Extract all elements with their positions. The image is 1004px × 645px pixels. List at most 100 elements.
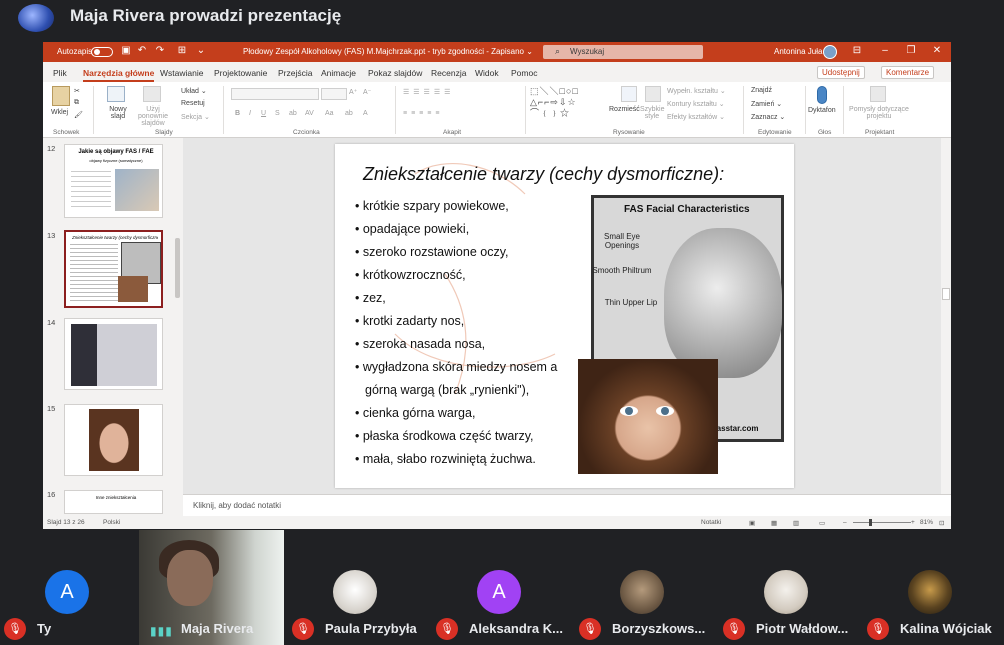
case-icon[interactable]: Aa bbox=[325, 110, 334, 117]
quick-styles-label[interactable]: Szybkie style bbox=[640, 106, 665, 120]
align-icons[interactable]: ≡≡≡≡≡ bbox=[403, 110, 443, 117]
search-box[interactable]: ⌕ Wyszukaj bbox=[543, 45, 703, 59]
tab-slideshow[interactable]: Pokaz slajdów bbox=[368, 68, 422, 78]
new-slide-label[interactable]: Nowy slajd bbox=[105, 106, 131, 120]
replace-button[interactable]: Zamień ⌄ bbox=[751, 100, 782, 108]
zoom-level[interactable]: 81% bbox=[920, 519, 933, 526]
autosave-toggle[interactable] bbox=[91, 47, 113, 57]
grow-font-icon[interactable]: A⁺ bbox=[349, 88, 357, 96]
tab-home[interactable]: Narzędzia główne bbox=[83, 68, 155, 82]
section-button[interactable]: Sekcja ⌄ bbox=[181, 113, 210, 121]
document-title: Płodowy Zespół Alkoholowy (FAS) M.Majchr… bbox=[243, 47, 533, 56]
tab-review[interactable]: Recenzja bbox=[431, 68, 466, 78]
search-icon: ⌕ bbox=[555, 46, 561, 56]
thumbnail-slide-14[interactable] bbox=[64, 318, 163, 390]
notes-toggle[interactable]: Notatki bbox=[701, 519, 721, 526]
list-icons[interactable]: ☰☰☰☰☰ bbox=[403, 88, 454, 96]
powerpoint-window: Autozapis ▣ ↶ ↷ ⊞ ⌄ Płodowy Zespół Alkoh… bbox=[43, 42, 951, 529]
tab-help[interactable]: Pomoc bbox=[511, 68, 537, 78]
paste-label[interactable]: Wklej bbox=[51, 109, 68, 116]
layout-button[interactable]: Układ ⌄ bbox=[181, 87, 207, 95]
comments-button[interactable]: Komentarze bbox=[881, 66, 935, 79]
spacing-icon[interactable]: AV bbox=[305, 110, 314, 117]
format-painter-icon[interactable]: 🖌 bbox=[74, 111, 83, 119]
bold-icon[interactable]: B bbox=[235, 110, 240, 117]
tab-insert[interactable]: Wstawianie bbox=[160, 68, 203, 78]
thumb-subtitle: objawy fizyczne (somatyczne) bbox=[89, 158, 143, 163]
minimize-icon[interactable]: – bbox=[879, 45, 891, 57]
autosave-label: Autozapis bbox=[57, 47, 93, 56]
shape-outline-button[interactable]: Kontury kształtu ⌄ bbox=[667, 100, 725, 108]
divider bbox=[525, 86, 526, 134]
select-button[interactable]: Zaznacz ⌄ bbox=[751, 113, 785, 121]
paste-icon[interactable] bbox=[52, 86, 70, 106]
participant-name: Borzyszkows... bbox=[612, 621, 706, 636]
underline-icon[interactable]: U bbox=[261, 110, 266, 117]
thumbnails-scrollbar[interactable] bbox=[175, 238, 180, 298]
bullet-item: • krótkowzroczność, bbox=[355, 268, 466, 282]
highlight-icon[interactable]: ab bbox=[345, 110, 353, 117]
bullet-item: • cienka górna warga, bbox=[355, 406, 476, 420]
find-button[interactable]: Znajdź bbox=[751, 87, 772, 94]
new-slide-icon[interactable] bbox=[107, 86, 125, 102]
present-icon[interactable]: ⊞ bbox=[176, 45, 188, 57]
tab-animations[interactable]: Animacje bbox=[321, 68, 356, 78]
slide-sorter-icon[interactable]: ▦ bbox=[771, 519, 777, 527]
designer-label[interactable]: Pomysły dotyczące projektu bbox=[849, 106, 909, 120]
slideshow-icon[interactable]: ▭ bbox=[819, 519, 825, 527]
zoom-slider-thumb[interactable] bbox=[869, 519, 872, 526]
scroll-thumb[interactable] bbox=[942, 288, 950, 300]
share-button[interactable]: Udostępnij bbox=[817, 66, 865, 79]
bullet-item: • krotki zadarty nos, bbox=[355, 314, 465, 328]
fit-slide-icon[interactable]: ⊡ bbox=[939, 519, 944, 527]
reuse-slides-icon[interactable] bbox=[143, 86, 161, 102]
arrange-label[interactable]: Rozmieść bbox=[609, 106, 640, 113]
cut-icon[interactable]: ✂ bbox=[74, 87, 80, 95]
zoom-slider[interactable] bbox=[853, 522, 911, 523]
tab-view[interactable]: Widok bbox=[475, 68, 499, 78]
shapes-gallery[interactable]: ⬚＼＼□○□ △⌐⌐⇨⇩☆ ⌒﹛﹜☆ bbox=[530, 86, 579, 119]
font-color-icon[interactable]: A bbox=[363, 110, 368, 117]
shape-effects-button[interactable]: Efekty kształtów ⌄ bbox=[667, 113, 725, 121]
tab-file[interactable]: Plik bbox=[53, 68, 67, 78]
tab-transitions[interactable]: Przejścia bbox=[278, 68, 312, 78]
microphone-icon[interactable] bbox=[817, 86, 827, 104]
thumbnail-slide-15[interactable] bbox=[64, 404, 163, 476]
reading-view-icon[interactable]: ▥ bbox=[793, 519, 799, 527]
thumbnail-slide-12[interactable]: Jakie są objawy FAS / FAE objawy fizyczn… bbox=[64, 144, 163, 218]
undo-icon[interactable]: ↶ bbox=[136, 45, 148, 57]
video-person-face bbox=[167, 550, 213, 606]
copy-icon[interactable]: ⧉ bbox=[74, 99, 79, 107]
shadow-icon[interactable]: S bbox=[275, 110, 280, 117]
thumbnail-slide-13[interactable]: Zniekształcenie twarzy (cechy dysmorficz… bbox=[64, 230, 163, 308]
redo-icon[interactable]: ↷ bbox=[154, 45, 166, 57]
strikethrough-icon[interactable]: ab bbox=[289, 110, 297, 117]
quick-styles-icon[interactable] bbox=[645, 86, 661, 102]
current-slide[interactable]: Zniekształcenie twarzy (cechy dysmorficz… bbox=[335, 144, 794, 488]
thumbnail-slide-16[interactable]: Inne zniekształcenia bbox=[64, 490, 163, 514]
notes-pane[interactable]: Kliknij, aby dodać notatki bbox=[183, 494, 951, 516]
close-icon[interactable]: ✕ bbox=[931, 45, 943, 57]
divider bbox=[395, 86, 396, 134]
tab-design[interactable]: Projektowanie bbox=[214, 68, 267, 78]
dictate-label[interactable]: Dyktafon bbox=[808, 107, 836, 114]
font-size-select[interactable] bbox=[321, 88, 347, 100]
designer-icon[interactable] bbox=[870, 86, 886, 102]
shrink-font-icon[interactable]: A⁻ bbox=[363, 88, 371, 96]
zoom-in-icon[interactable]: + bbox=[911, 519, 915, 526]
normal-view-icon[interactable]: ▣ bbox=[749, 519, 755, 527]
ribbon-options-icon[interactable]: ⊟ bbox=[851, 45, 863, 57]
save-icon[interactable]: ▣ bbox=[120, 45, 132, 57]
zoom-out-icon[interactable]: – bbox=[843, 519, 847, 526]
language[interactable]: Polski bbox=[103, 519, 120, 526]
font-name-select[interactable] bbox=[231, 88, 319, 100]
reset-button[interactable]: Resetuj bbox=[181, 100, 205, 107]
arrange-icon[interactable] bbox=[621, 86, 637, 102]
shape-fill-button[interactable]: Wypełn. kształtu ⌄ bbox=[667, 87, 726, 95]
reuse-slides-label[interactable]: Użyj ponownie slajdów bbox=[131, 106, 175, 127]
customize-qat-icon[interactable]: ⌄ bbox=[195, 45, 207, 57]
restore-icon[interactable]: ❐ bbox=[905, 45, 917, 57]
slide-scrollbar[interactable] bbox=[941, 138, 951, 494]
user-avatar[interactable] bbox=[823, 45, 837, 59]
italic-icon[interactable]: I bbox=[249, 110, 251, 117]
